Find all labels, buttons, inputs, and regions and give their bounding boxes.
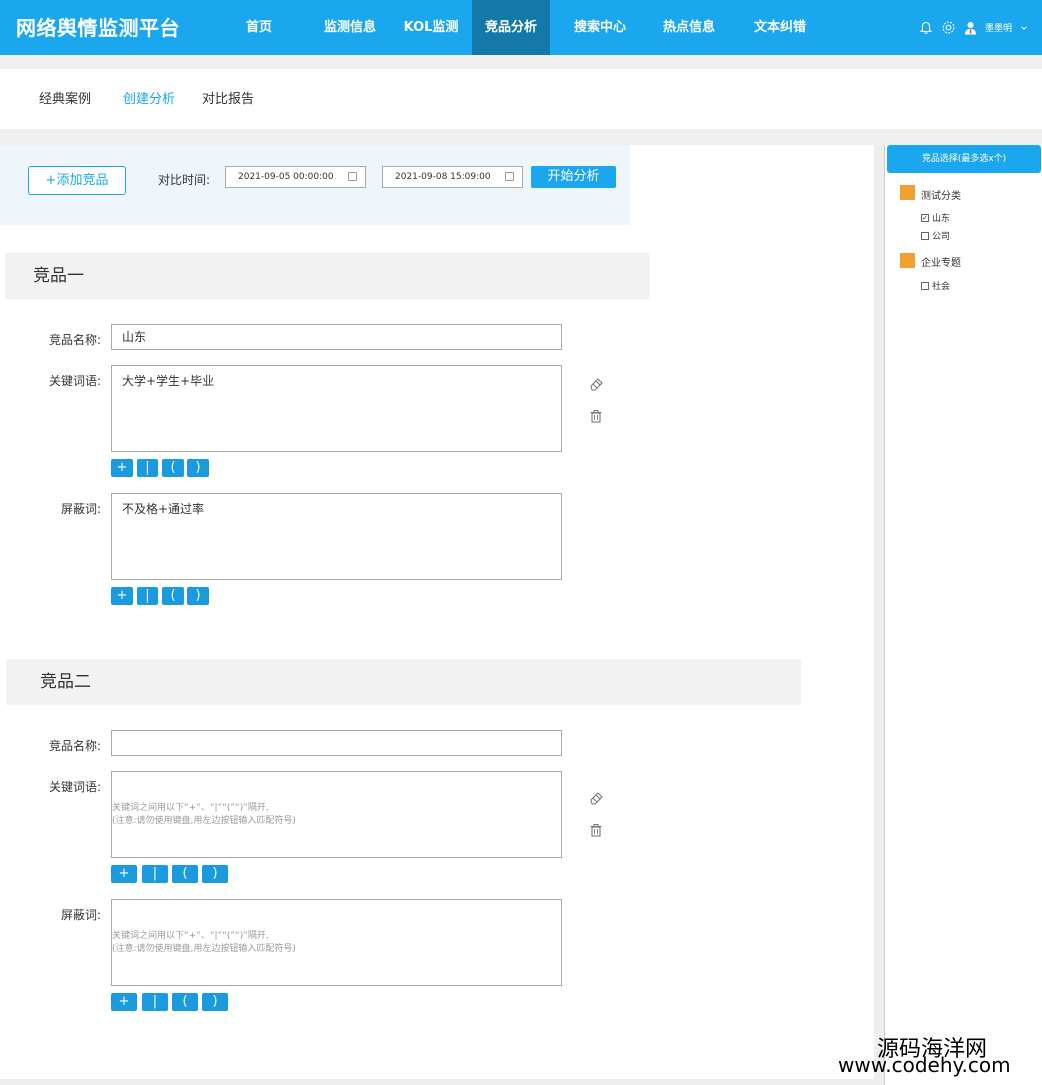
nav-competitor-analysis[interactable]: 竞品分析 (472, 0, 550, 55)
divider (874, 145, 884, 1085)
divider (0, 1079, 874, 1085)
competitor-2-block-textarea[interactable]: 关键词之间用以下“+”、“|”“(”“)”隔开, (注意:请勿使用键盘,用左边按… (111, 899, 562, 986)
nav-search-center[interactable]: 搜索中心 (563, 0, 637, 55)
trash-icon[interactable] (589, 822, 603, 837)
nav-text-correction[interactable]: 文本纠错 (743, 0, 817, 55)
competitor-1-block-textarea[interactable]: 不及格+通过率 (111, 493, 562, 580)
chevron-down-icon[interactable] (1020, 24, 1028, 32)
op-left-paren-button[interactable]: ( (172, 993, 198, 1011)
op-or-button[interactable]: | (137, 459, 158, 477)
keywords-placeholder: 关键词之间用以下“+”、“|”“(”“)”隔开, (注意:请勿使用键盘,用左边按… (112, 802, 296, 828)
keywords-label: 关键词语: (48, 374, 101, 388)
competitor-select-header[interactable]: 竞品选择(最多选x个) (887, 145, 1041, 173)
competitor-select-panel (884, 145, 1042, 1085)
top-icons: 墨墨明 (919, 0, 1028, 55)
op-plus-button[interactable]: + (111, 993, 137, 1011)
calendar-icon[interactable] (348, 172, 357, 181)
category-label[interactable]: 企业专题 (921, 254, 961, 269)
block-placeholder: 关键词之间用以下“+”、“|”“(”“)”隔开, (注意:请勿使用键盘,用左边按… (112, 930, 296, 956)
app-logo[interactable]: 网络舆情监测平台 (16, 12, 180, 41)
block-words-label: 屏蔽词: (60, 502, 101, 516)
checkbox-label: 公司 (932, 232, 951, 242)
op-or-button[interactable]: | (142, 865, 168, 883)
placeholder-line: 关键词之间用以下“+”、“|”“(”“)”隔开, (112, 931, 269, 941)
sub-navbar: 经典案例 创建分析 对比报告 (0, 69, 1042, 129)
nav-kol-monitor[interactable]: KOL监测 (397, 0, 465, 55)
checkbox-shandong[interactable]: ✓ 山东 (921, 211, 950, 224)
top-navbar: 网络舆情监测平台 首页 监测信息 KOL监测 竞品分析 搜索中心 热点信息 文本… (0, 0, 1042, 55)
eraser-icon[interactable] (589, 790, 603, 805)
start-analysis-button[interactable]: 开始分析 (531, 166, 616, 188)
checkbox-icon[interactable] (921, 231, 929, 240)
op-or-button[interactable]: | (142, 993, 168, 1011)
nav-monitor-info[interactable]: 监测信息 (315, 0, 385, 55)
op-plus-button[interactable]: + (111, 587, 133, 605)
competitor-1-title: 竞品一 (5, 253, 650, 299)
placeholder-line: 关键词之间用以下“+”、“|”“(”“)”隔开, (112, 803, 269, 813)
checkbox-company[interactable]: 公司 (921, 229, 950, 242)
checkbox-checked-icon[interactable]: ✓ (921, 213, 929, 222)
competitor-1-name-input[interactable]: 山东 (111, 324, 562, 350)
op-right-paren-button[interactable]: ) (187, 587, 209, 605)
bell-icon[interactable] (919, 21, 933, 35)
competitor-name-label: 竞品名称: (48, 739, 101, 753)
op-right-paren-button[interactable]: ) (202, 865, 228, 883)
op-right-paren-button[interactable]: ) (202, 993, 228, 1011)
category-label[interactable]: 测试分类 (921, 187, 961, 202)
calendar-icon[interactable] (505, 172, 514, 181)
category-color-swatch (900, 253, 915, 268)
op-right-paren-button[interactable]: ) (187, 459, 209, 477)
start-date-value: 2021-09-05 00:00:00 (238, 172, 334, 182)
op-left-paren-button[interactable]: ( (172, 865, 198, 883)
eraser-icon[interactable] (589, 376, 603, 391)
placeholder-line: (注意:请勿使用键盘,用左边按钮输入匹配符号) (112, 944, 296, 954)
divider (0, 129, 1042, 145)
keywords-label: 关键词语: (48, 780, 101, 794)
competitor-2-name-input[interactable] (111, 730, 562, 756)
checkbox-label: 山东 (932, 214, 951, 224)
op-plus-button[interactable]: + (111, 865, 137, 883)
add-competitor-button[interactable]: +添加竞品 (28, 166, 126, 195)
competitor-1-keywords-textarea[interactable]: 大学+学生+毕业 (111, 365, 562, 452)
competitor-2-title: 竞品二 (6, 659, 801, 705)
op-left-paren-button[interactable]: ( (162, 587, 184, 605)
op-left-paren-button[interactable]: ( (162, 459, 184, 477)
competitor-2-keywords-textarea[interactable]: 关键词之间用以下“+”、“|”“(”“)”隔开, (注意:请勿使用键盘,用左边按… (111, 771, 562, 858)
gear-icon[interactable] (941, 20, 956, 35)
nav-home[interactable]: 首页 (228, 0, 290, 55)
divider (0, 55, 1042, 69)
tab-create-analysis[interactable]: 创建分析 (123, 88, 175, 107)
op-or-button[interactable]: | (137, 587, 158, 605)
checkbox-society[interactable]: 社会 (921, 279, 950, 292)
tab-classic-cases[interactable]: 经典案例 (39, 88, 91, 107)
checkbox-label: 社会 (932, 282, 951, 292)
category-color-swatch (900, 185, 915, 200)
watermark-line2: www.codehy.com (838, 1053, 1011, 1077)
placeholder-line: (注意:请勿使用键盘,用左边按钮输入匹配符号) (112, 816, 296, 826)
user-avatar-icon[interactable] (964, 21, 977, 35)
op-plus-button[interactable]: + (111, 459, 133, 477)
trash-icon[interactable] (589, 408, 603, 423)
block-words-label: 屏蔽词: (60, 908, 101, 922)
nav-hot-info[interactable]: 热点信息 (652, 0, 726, 55)
checkbox-icon[interactable] (921, 281, 929, 290)
end-date-input[interactable]: 2021-09-08 15:09:00 (382, 166, 523, 188)
user-name[interactable]: 墨墨明 (985, 21, 1012, 34)
competitor-name-label: 竞品名称: (48, 333, 101, 347)
compare-time-label: 对比时间: (158, 173, 211, 187)
end-date-value: 2021-09-08 15:09:00 (395, 172, 491, 182)
start-date-input[interactable]: 2021-09-05 00:00:00 (225, 166, 366, 188)
tab-compare-report[interactable]: 对比报告 (202, 88, 254, 107)
